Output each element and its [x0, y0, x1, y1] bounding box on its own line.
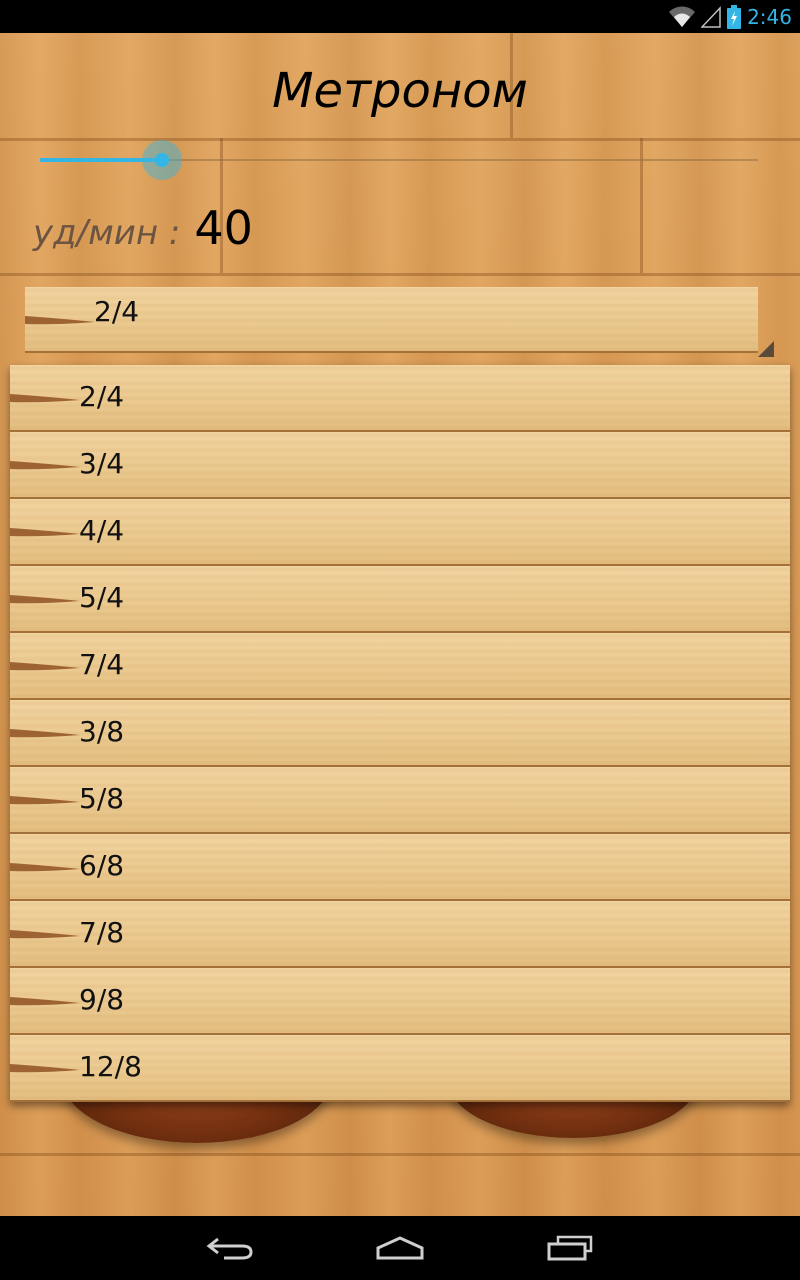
wood-knot-icon [10, 997, 80, 1006]
wood-knot-icon [10, 863, 80, 872]
slider-thumb-dot [155, 153, 169, 167]
wood-knot-icon [10, 729, 80, 738]
bpm-label: уд/мин : [33, 213, 181, 253]
wood-knot-icon [10, 595, 80, 604]
dropdown-item-label: 12/8 [79, 1050, 142, 1083]
signal-icon [701, 6, 721, 28]
floor-seam [0, 1153, 800, 1156]
wood-knot-icon [10, 662, 80, 671]
metronome-screen: Метроном уд/мин : 40 2/4 2/4 3/4 4/4 5/4 7/4… [0, 33, 800, 1216]
back-icon [206, 1237, 253, 1260]
dropdown-item-label: 5/4 [79, 581, 125, 614]
wood-knot-icon [10, 528, 80, 537]
dropdown-item-label: 6/8 [79, 849, 125, 882]
dropdown-item[interactable]: 9/8 [10, 968, 790, 1035]
back-button[interactable] [185, 1224, 275, 1272]
bpm-value: 40 [194, 201, 253, 255]
bpm-readout: уд/мин : 40 [33, 201, 253, 255]
dropdown-item-label: 7/4 [79, 648, 125, 681]
dropdown-item[interactable]: 3/4 [10, 432, 790, 499]
status-bar: 2:46 [0, 0, 800, 33]
spinner-caret-icon [758, 341, 774, 357]
dropdown-item[interactable]: 7/4 [10, 633, 790, 700]
wood-knot-icon [25, 316, 95, 325]
wood-knot-icon [10, 930, 80, 939]
slider-thumb[interactable] [142, 140, 182, 180]
wood-knot-icon [10, 461, 80, 470]
navigation-bar [0, 1216, 800, 1280]
floor-seam [0, 273, 800, 276]
dropdown-item-label: 2/4 [79, 380, 125, 413]
dropdown-item[interactable]: 3/8 [10, 700, 790, 767]
dropdown-item-label: 5/8 [79, 782, 125, 815]
wifi-icon [669, 6, 696, 28]
dropdown-item[interactable]: 7/8 [10, 901, 790, 968]
time-signature-dropdown: 2/4 3/4 4/4 5/4 7/4 3/8 5/8 6/8 7/8 9/8 12/8 [10, 365, 790, 1102]
status-time: 2:46 [747, 5, 792, 29]
battery-charging-icon [727, 5, 742, 29]
dropdown-item-label: 3/4 [79, 447, 125, 480]
dropdown-item[interactable]: 4/4 [10, 499, 790, 566]
recent-apps-icon [547, 1235, 593, 1261]
time-signature-spinner[interactable]: 2/4 [25, 287, 758, 353]
dropdown-item[interactable]: 5/8 [10, 767, 790, 834]
dropdown-item-label: 9/8 [79, 983, 125, 1016]
wood-knot-icon [10, 796, 80, 805]
tempo-slider[interactable] [40, 138, 758, 182]
wood-knot-icon [10, 394, 80, 403]
dropdown-item[interactable]: 2/4 [10, 365, 790, 432]
dropdown-item[interactable]: 6/8 [10, 834, 790, 901]
wood-knot-icon [10, 1064, 80, 1073]
dropdown-item-label: 4/4 [79, 514, 125, 547]
spinner-selected-value: 2/4 [94, 295, 140, 328]
dropdown-item-label: 7/8 [79, 916, 125, 949]
dropdown-item[interactable]: 5/4 [10, 566, 790, 633]
app-title: Метроном [272, 63, 528, 119]
status-icons: 2:46 [669, 4, 792, 30]
dropdown-item-label: 3/8 [79, 715, 125, 748]
home-button[interactable] [355, 1224, 445, 1272]
dropdown-item[interactable]: 12/8 [10, 1035, 790, 1102]
home-icon [376, 1236, 424, 1260]
recent-apps-button[interactable] [525, 1224, 615, 1272]
